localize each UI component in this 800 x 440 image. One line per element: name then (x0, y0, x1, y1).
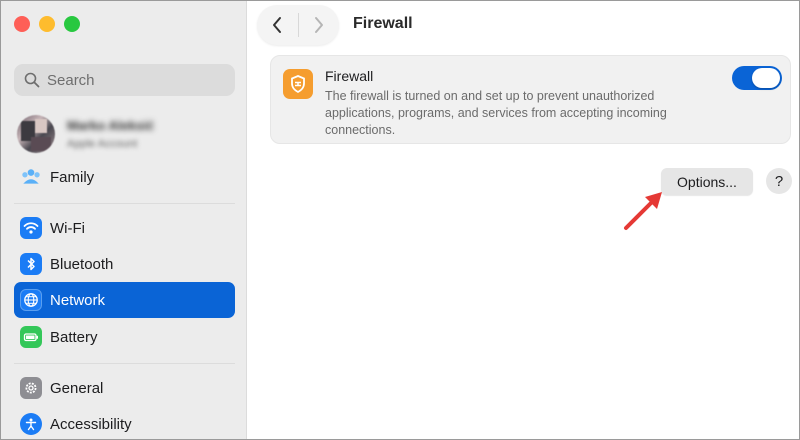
annotation-arrow-icon (624, 192, 662, 230)
family-icon (20, 166, 42, 188)
help-button[interactable]: ? (766, 168, 792, 194)
sidebar-divider (14, 203, 235, 204)
sidebar-item-general[interactable]: General (14, 370, 235, 406)
close-window-button[interactable] (14, 16, 30, 32)
sidebar: Search Marko Aleksić Apple Account Famil… (1, 1, 247, 439)
wifi-icon (20, 217, 42, 239)
back-button[interactable] (257, 5, 298, 45)
search-icon (24, 72, 40, 88)
search-placeholder: Search (47, 71, 95, 89)
navigation-buttons (257, 5, 339, 45)
minimize-window-button[interactable] (39, 16, 55, 32)
system-settings-window: Search Marko Aleksić Apple Account Famil… (0, 0, 800, 440)
sidebar-item-label: Family (50, 168, 95, 186)
apple-account-item[interactable]: Marko Aleksić Apple Account (17, 113, 237, 155)
sidebar-item-bluetooth[interactable]: Bluetooth (14, 246, 235, 282)
page-title: Firewall (353, 15, 413, 32)
account-subtitle: Apple Account (67, 138, 138, 150)
sidebar-item-wifi[interactable]: Wi-Fi (14, 210, 235, 246)
accessibility-icon (20, 413, 42, 435)
forward-button[interactable] (298, 5, 339, 45)
sidebar-divider (14, 363, 235, 364)
sidebar-item-label: Network (50, 291, 106, 309)
avatar (17, 115, 55, 153)
firewall-settings-card: Firewall The firewall is turned on and s… (270, 55, 791, 144)
battery-icon (20, 326, 42, 348)
options-button[interactable]: Options... (661, 168, 753, 195)
firewall-title: Firewall (325, 68, 374, 84)
bluetooth-icon (20, 253, 42, 275)
chevron-left-icon (273, 17, 282, 33)
firewall-description: The firewall is turned on and set up to … (325, 89, 667, 137)
firewall-icon (283, 69, 313, 99)
sidebar-item-label: Wi-Fi (50, 219, 85, 237)
window-controls (14, 16, 80, 32)
sidebar-item-label: Bluetooth (50, 255, 114, 273)
globe-icon (20, 289, 42, 311)
search-field[interactable]: Search (14, 64, 235, 96)
firewall-toggle[interactable] (732, 66, 782, 90)
sidebar-item-battery[interactable]: Battery (14, 319, 235, 355)
account-name: Marko Aleksić (67, 118, 154, 133)
sidebar-item-network[interactable]: Network (14, 282, 235, 318)
sidebar-item-family[interactable]: Family (14, 159, 235, 195)
gear-icon (20, 377, 42, 399)
zoom-window-button[interactable] (64, 16, 80, 32)
sidebar-item-label: Accessibility (50, 415, 132, 433)
toggle-knob (752, 68, 780, 88)
chevron-right-icon (314, 17, 323, 33)
sidebar-item-label: Battery (50, 328, 98, 346)
sidebar-item-accessibility[interactable]: Accessibility (14, 406, 235, 439)
sidebar-item-label: General (50, 379, 104, 397)
